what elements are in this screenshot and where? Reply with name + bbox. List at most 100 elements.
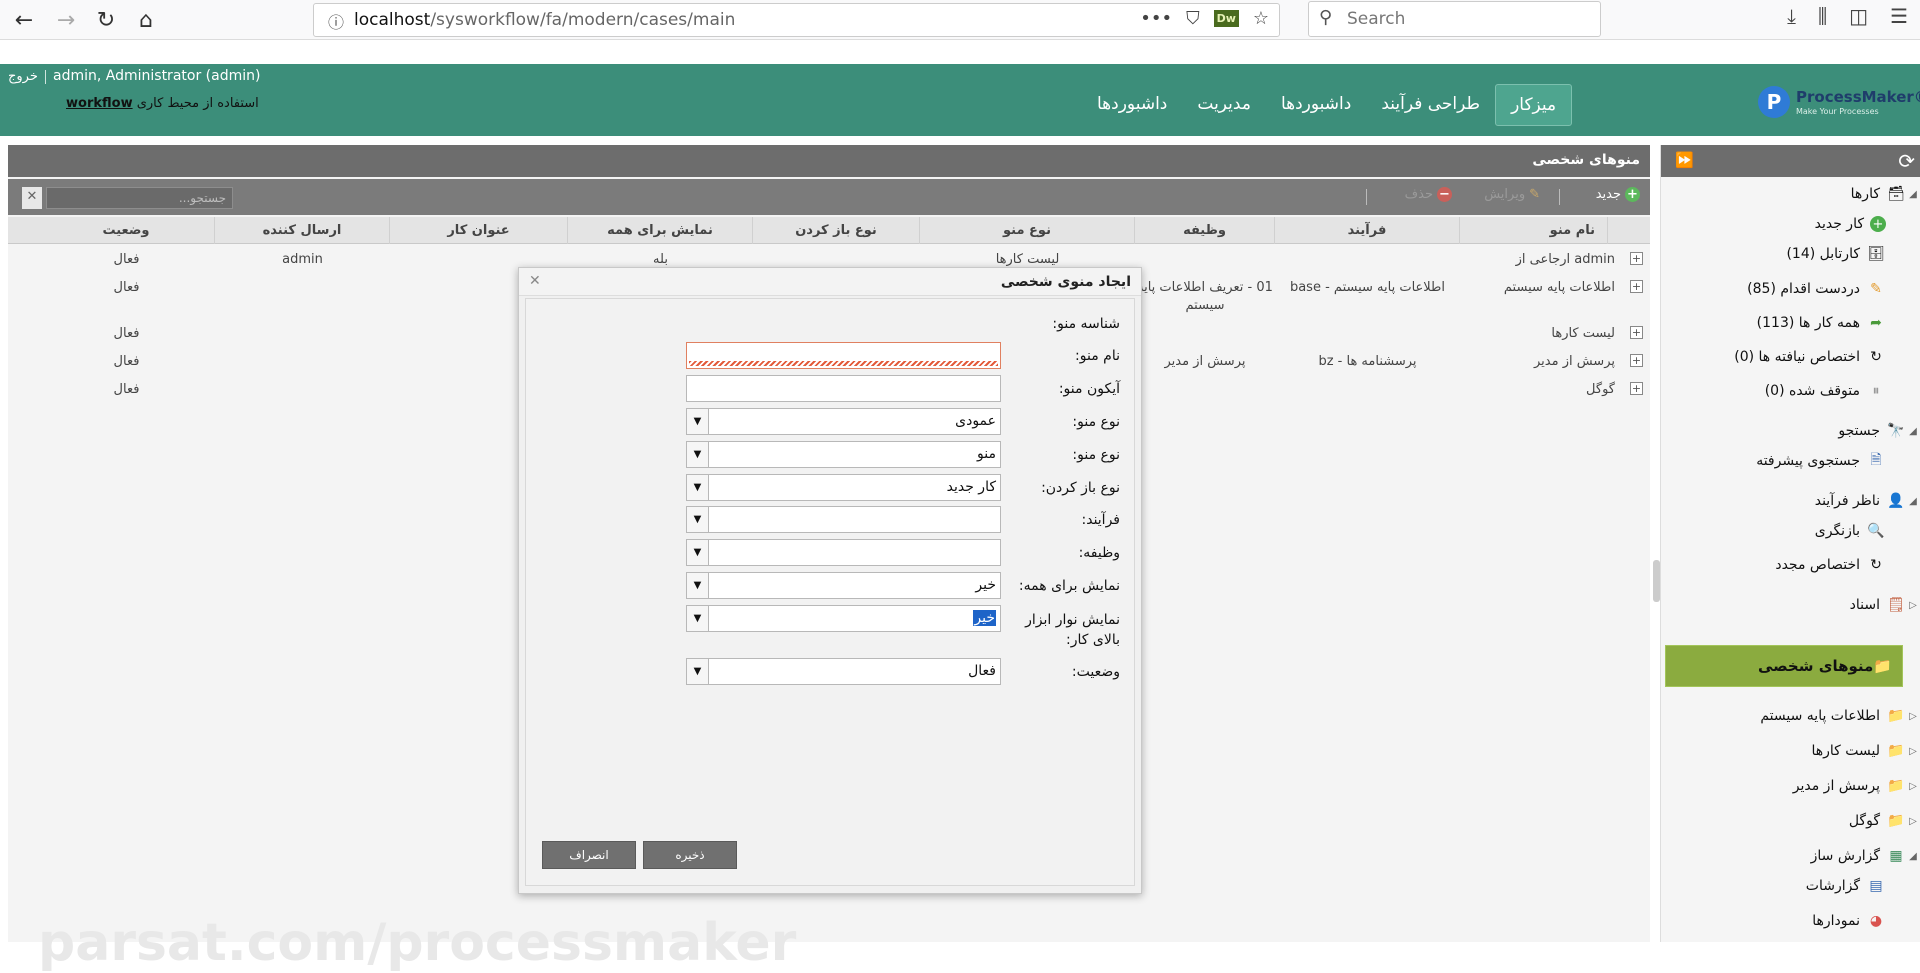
menu-icon[interactable]: ☰ [1890,4,1908,28]
menu-layout-select[interactable]: عمودی ▼ [686,408,1001,435]
expand-icon[interactable]: + [1630,252,1643,265]
sidebar-item-supervisor[interactable]: ◢ 👤 ناظر فرآیند [1665,487,1920,515]
expand-icon[interactable]: + [1630,382,1643,395]
task-select[interactable]: ▼ [686,539,1001,566]
url-bar[interactable]: ⓘ localhost/sysworkflow/fa/modern/cases/… [313,3,1280,37]
menu-icon-input[interactable] [686,375,1001,402]
panel-splitter-handle[interactable] [1653,560,1660,602]
sidebar-item-personal-menus[interactable]: 📁 منوهای شخصی [1665,645,1903,687]
sidebar-item-draft[interactable]: ✎ دردست اقدام (85) [1665,275,1920,303]
sidebar-item-cases[interactable]: ◢ 🗃 کارها [1665,180,1920,208]
download-icon[interactable]: ⤓ [1787,4,1796,28]
sidebar-item-new-case[interactable]: + کار جدید [1665,210,1920,238]
collapsed-arrow-icon[interactable]: ▷ [1906,746,1920,757]
sidebar-item-google[interactable]: ▷ 📁 گوگل [1665,807,1920,835]
sidebar-item-documents[interactable]: ▷ 🗒 اسناد [1665,591,1920,619]
delete-button[interactable]: − حذف [1405,187,1452,202]
col-header-open-type[interactable]: نوع باز کردن [753,217,920,244]
logo-brand: ProcessMaker® [1796,88,1920,106]
status-select[interactable]: فعال ▼ [686,658,1001,685]
nav-dashboards-2[interactable]: داشبوردها [1082,84,1182,126]
col-header-name[interactable]: نام منو [1460,217,1608,244]
show-all-select[interactable]: خیر ▼ [686,572,1001,599]
sidebar-item-paused[interactable]: ⏸ متوقف شده (0) [1665,377,1920,405]
menu-type-select[interactable]: منو ▼ [686,441,1001,468]
dropdown-arrow-icon[interactable]: ▼ [687,442,709,467]
grid-search-input[interactable]: جستجو... [46,187,233,209]
sidebar-item-participated[interactable]: ➦ همه کار ها (113) [1665,309,1920,337]
expanded-arrow-icon[interactable]: ◢ [1906,426,1920,437]
dropdown-arrow-icon[interactable]: ▼ [687,573,709,598]
sidebar-item-reports[interactable]: ▤ گزارشات [1665,872,1920,900]
cancel-button[interactable]: انصراف [542,841,636,869]
nav-dashboards[interactable]: داشبوردها [1266,84,1366,126]
clear-search-button[interactable]: ✕ [22,187,42,209]
cases-icon: 🗃 [1887,186,1905,202]
expanded-arrow-icon[interactable]: ◢ [1906,189,1920,200]
sidebar-item-case-list[interactable]: ▷ 📁 لیست کارها [1665,737,1920,765]
sidebar-item-charts[interactable]: ◕ نمودارها [1665,907,1920,935]
logout-link[interactable]: خروج [8,69,38,84]
nav-desktop[interactable]: میزکار [1495,84,1573,126]
collapsed-arrow-icon[interactable]: ▷ [1906,781,1920,792]
collapse-sidebar-icon[interactable]: ⏩ [1675,151,1694,169]
sidebar-item-search[interactable]: ◢ 🔭 جستجو [1665,417,1920,445]
edit-button[interactable]: ✎ ویرایش [1484,187,1540,202]
sidebar-item-ask-manager[interactable]: ▷ 📁 پرسش از مدیر [1665,772,1920,800]
col-header-menu-type[interactable]: نوع منو [920,217,1135,244]
expand-icon[interactable]: + [1630,326,1643,339]
collapsed-arrow-icon[interactable]: ▷ [1906,711,1920,722]
nav-admin[interactable]: مدیریت [1182,84,1266,126]
col-header-process[interactable]: فرآیند [1275,217,1460,244]
expanded-arrow-icon[interactable]: ◢ [1906,496,1920,507]
reload-icon[interactable]: ↻ [90,4,122,36]
pocket-icon[interactable]: ⛉ [1186,8,1200,29]
collapsed-arrow-icon[interactable]: ▷ [1906,816,1920,827]
new-button[interactable]: + جدید [1596,187,1640,202]
process-select[interactable]: ▼ [686,506,1001,533]
library-icon[interactable]: ⫼ [1818,4,1827,28]
expanded-arrow-icon[interactable]: ◢ [1906,851,1920,862]
sidebar-item-review[interactable]: 🔍 بازنگری [1665,517,1920,545]
sidebar-item-unassigned[interactable]: ↻ اختصاص نیافته ها (0) [1665,343,1920,371]
show-toolbar-select[interactable]: خیر ▼ [686,605,1001,632]
save-button[interactable]: ذخیره [643,841,737,869]
bookmark-star-icon[interactable]: ☆ [1253,8,1269,29]
dropdown-arrow-icon[interactable]: ▼ [687,409,709,434]
home-icon[interactable]: ⌂ [130,4,162,36]
col-header-sender[interactable]: ارسال کننده [215,217,390,244]
dropdown-arrow-icon[interactable]: ▼ [687,507,709,532]
sidebar-item-report-builder[interactable]: ◢ ▦ گزارش ساز [1665,842,1920,870]
sidebar-item-advanced-search[interactable]: 🗎 جستجوی پیشرفته [1665,447,1920,475]
cell-name: ارجاعی از admin [1515,252,1615,267]
dw-extension-icon[interactable]: Dw [1213,10,1239,27]
menu-name-input[interactable] [686,342,1001,369]
browser-search-input[interactable]: ⚲ Search [1308,1,1601,37]
dropdown-arrow-icon[interactable]: ▼ [687,606,709,631]
forward-icon[interactable]: → [50,4,82,36]
site-info-icon[interactable]: ⓘ [328,9,344,33]
status-value: فعال [968,663,996,679]
sidebar-toggle-icon[interactable]: ◫ [1849,4,1868,28]
close-icon[interactable]: ✕ [529,273,541,289]
page-actions-icon[interactable]: ••• [1140,8,1172,29]
open-type-select[interactable]: کار جدید ▼ [686,474,1001,501]
dropdown-arrow-icon[interactable]: ▼ [687,659,709,684]
col-header-task[interactable]: وظیفه [1135,217,1275,244]
back-icon[interactable]: ← [8,4,40,36]
workspace-name-link[interactable]: workflow [66,96,133,111]
col-header-case-title[interactable]: عنوان کار [390,217,568,244]
sidebar-item-label: اطلاعات پایه سیستم [1760,708,1880,724]
col-header-status[interactable]: وضعیت [38,217,215,244]
dropdown-arrow-icon[interactable]: ▼ [687,475,709,500]
dropdown-arrow-icon[interactable]: ▼ [687,540,709,565]
nav-designer[interactable]: طراحی فرآیند [1366,84,1495,126]
sidebar-item-base-info[interactable]: ▷ 📁 اطلاعات پایه سیستم [1665,702,1920,730]
expand-icon[interactable]: + [1630,280,1643,293]
collapsed-arrow-icon[interactable]: ▷ [1906,600,1920,611]
refresh-icon[interactable]: ⟳ [1898,149,1915,173]
col-header-show-all[interactable]: نمایش برای همه [568,217,753,244]
expand-icon[interactable]: + [1630,354,1643,367]
sidebar-item-inbox[interactable]: 🗄 کارتابل (14) [1665,240,1920,268]
sidebar-item-reassign[interactable]: ↻ اختصاص مجدد [1665,551,1920,579]
